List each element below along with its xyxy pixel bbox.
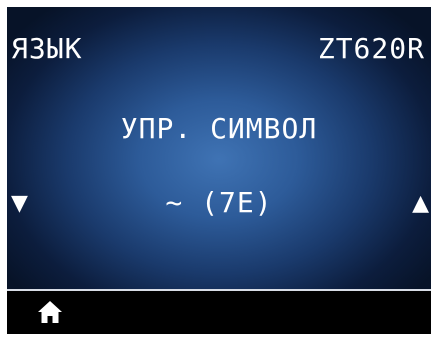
home-icon	[38, 301, 62, 323]
home-button[interactable]	[37, 299, 63, 325]
menu-title: ЯЗЫК	[11, 32, 83, 65]
footer-divider	[7, 289, 431, 291]
printer-display: ЯЗЫК ZT620R УПР. СИМВОЛ ▼ ~ (7E) ▲	[7, 7, 431, 334]
setting-label: УПР. СИМВОЛ	[120, 112, 318, 145]
printer-model: ZT620R	[317, 32, 425, 65]
menu-panel: ЯЗЫК ZT620R УПР. СИМВОЛ ▼ ~ (7E) ▲	[7, 7, 431, 289]
setting-value: ~ (7E)	[165, 186, 273, 219]
next-value-arrow-icon[interactable]: ▲	[412, 192, 429, 216]
